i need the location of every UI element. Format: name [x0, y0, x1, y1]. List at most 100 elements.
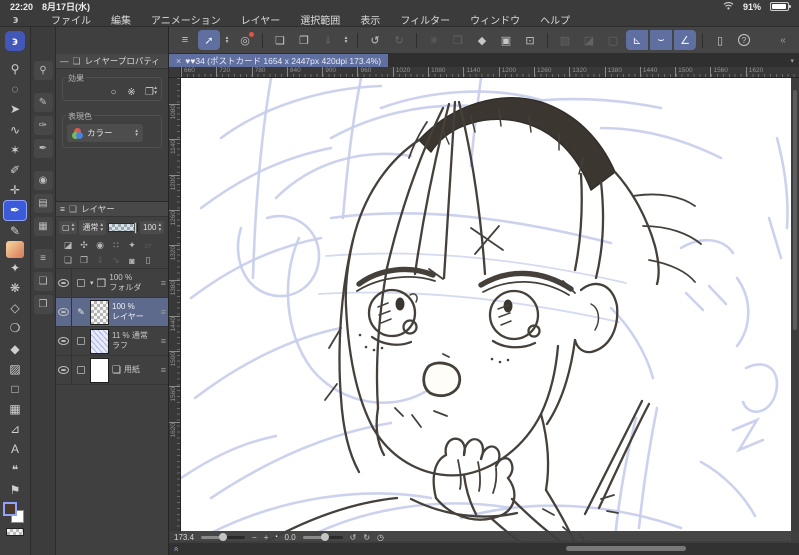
layer-color-icon[interactable]: ◪ — [62, 240, 74, 251]
text-tool[interactable]: A — [3, 439, 27, 459]
snap-ruler-button[interactable]: ⊾ — [626, 30, 648, 50]
eyedropper-tool[interactable]: ✐ — [3, 160, 27, 180]
redo-button[interactable]: ↻ — [388, 30, 410, 50]
blend-tool[interactable]: ❍ — [3, 318, 27, 338]
menu-item[interactable]: アニメーション — [141, 12, 231, 27]
separator[interactable] — [262, 32, 263, 48]
opacity-slider[interactable] — [108, 222, 139, 234]
color-mix-button[interactable]: ▦ — [33, 217, 53, 236]
zoom-slider[interactable] — [201, 533, 246, 541]
pencil-tool[interactable]: ✎ — [3, 221, 27, 241]
layer-menu-handle[interactable]: ≡ — [161, 278, 166, 288]
transparent-color-swatch[interactable] — [6, 527, 24, 536]
navigator-button[interactable]: ❐ — [33, 295, 53, 314]
menu-item[interactable]: ファイル — [41, 12, 101, 27]
line-correct-tool[interactable]: ⊿ — [3, 419, 27, 439]
canvas[interactable] — [181, 78, 791, 541]
clipping-icon[interactable]: ✦ — [126, 240, 138, 251]
crop-button[interactable]: ⊡ — [519, 30, 541, 50]
zoom-tool[interactable]: ⚲ — [3, 59, 27, 79]
separator[interactable] — [547, 32, 548, 48]
eraser-tool[interactable]: ◇ — [3, 298, 27, 318]
blend-mode-dropdown[interactable]: 通常 ▴ ▾ — [79, 220, 107, 235]
brush-material-tool[interactable] — [6, 240, 24, 258]
object-select-tool[interactable]: ◌ — [3, 79, 27, 99]
operation-tool[interactable]: ➤ — [3, 99, 27, 119]
frame-border-tool[interactable]: ▦ — [3, 399, 27, 419]
zoom-in-button[interactable]: + — [264, 533, 269, 542]
reset-view-button[interactable]: ◷ — [377, 533, 384, 542]
tab-close-icon[interactable]: × — [176, 56, 181, 66]
fit-to-screen-button[interactable]: ▪ — [275, 534, 277, 540]
operation-mode-button[interactable]: ➚ — [198, 30, 220, 50]
balloon-tool[interactable]: ❝ — [3, 460, 27, 480]
visibility-eye-icon[interactable] — [58, 366, 69, 374]
visibility-eye-icon[interactable] — [58, 337, 69, 345]
figure-tool[interactable]: □ — [3, 379, 27, 399]
expression-color-dropdown[interactable]: カラー ▴ ▾ — [67, 124, 143, 142]
merge-down-button[interactable]: ⇓ — [94, 255, 106, 266]
main-menu-icon[interactable]: ≡ — [174, 30, 196, 50]
fill-button[interactable]: ◆ — [471, 30, 493, 50]
layer-menu-handle[interactable]: ≡ — [161, 336, 166, 346]
menu-item[interactable]: 表示 — [350, 12, 390, 27]
help-button[interactable]: ? — [733, 30, 755, 50]
layer-checkbox[interactable] — [77, 337, 85, 345]
layer-thumbnail[interactable] — [90, 299, 109, 325]
layer-row-selected[interactable]: ✎ 100 % レイヤー ≡ — [56, 298, 168, 327]
layer-row-paper[interactable]: ❏ 用紙 ≡ — [56, 356, 168, 385]
rotate-cw-button[interactable]: ↻ — [363, 533, 370, 542]
open-file-button[interactable]: ❐ — [293, 30, 315, 50]
color-set-button[interactable]: ▤ — [33, 194, 53, 213]
save-button[interactable]: ⇓ — [317, 30, 339, 50]
menu-item[interactable]: レイヤー — [231, 12, 291, 27]
folder-expand-icon[interactable]: ▾ — [90, 279, 94, 287]
layer-mask-button[interactable]: ◙ — [126, 256, 138, 266]
lock-layer-icon[interactable]: ◉ — [94, 240, 106, 251]
foreground-color-swatch[interactable] — [3, 501, 17, 516]
snap-special-ruler-button[interactable]: ⌣ — [650, 30, 672, 50]
select-area-button[interactable]: ▣ — [495, 30, 517, 50]
deselect-button[interactable]: ▨ — [554, 30, 576, 50]
decoration-tool[interactable]: ❋ — [3, 278, 27, 298]
visibility-eye-icon[interactable] — [58, 308, 69, 316]
airbrush-tool[interactable]: ✦ — [3, 258, 27, 278]
draft-layer-icon[interactable]: ✣ — [78, 240, 90, 251]
menu-item[interactable]: 編集 — [101, 12, 141, 27]
layer-menu-handle[interactable]: ≡ — [161, 307, 166, 317]
toolbar-collapse-button[interactable]: « — [772, 30, 794, 50]
layer-property-button[interactable]: ❏ — [33, 272, 53, 291]
separator[interactable] — [357, 32, 358, 48]
brush-size-button[interactable]: ◉ — [33, 171, 53, 190]
opacity-value-stepper[interactable]: 100 ▴ ▾ — [140, 221, 165, 234]
layer-select-icon[interactable]: ❐ — [447, 30, 469, 50]
invert-selection-button[interactable]: ◪ — [578, 30, 600, 50]
processing-icon[interactable]: ✳ — [423, 30, 445, 50]
pen-settings-button[interactable]: ✒ — [33, 139, 53, 158]
flag-tool[interactable]: ⚑ — [3, 480, 27, 500]
new-folder-button[interactable]: ❐ — [78, 255, 90, 266]
layer-checkbox[interactable] — [77, 366, 85, 374]
sub-tool-button[interactable]: ✎ — [33, 93, 53, 112]
menu-item[interactable]: ヘルプ — [530, 12, 580, 27]
rotation-slider[interactable] — [302, 533, 343, 541]
layer-button[interactable]: ≡ — [33, 249, 53, 268]
save-stepper[interactable]: ▴ ▾ — [341, 30, 351, 50]
tab-bar-collapse-icon[interactable]: ▾ — [790, 57, 794, 65]
panel-minimize-button[interactable]: — — [60, 56, 69, 66]
new-canvas-button[interactable]: ❏ — [269, 30, 291, 50]
document-tab[interactable]: × ♥♥34 (ポストカード 1654 x 2447px 420dpi 173.… — [169, 54, 389, 67]
layer-menu-handle[interactable]: ≡ — [161, 365, 166, 375]
lasso-tool[interactable]: ∿ — [3, 120, 27, 140]
undo-button[interactable]: ↺ — [364, 30, 386, 50]
separator[interactable] — [702, 32, 703, 48]
operation-mode-stepper[interactable]: ▴ ▾ — [222, 30, 232, 50]
layer-thumbnail[interactable] — [90, 357, 109, 383]
rotate-ccw-button[interactable]: ↺ — [350, 533, 357, 542]
selection-launcher-button[interactable]: ▢ — [602, 30, 624, 50]
layer-checkbox[interactable] — [77, 279, 85, 287]
separator[interactable] — [416, 32, 417, 48]
palette-color-button[interactable]: ▢ ▴ ▾ — [59, 221, 78, 234]
effect-stepper[interactable]: ▴ ▾ — [154, 85, 157, 95]
pen-tool[interactable]: ✒ — [3, 200, 27, 221]
